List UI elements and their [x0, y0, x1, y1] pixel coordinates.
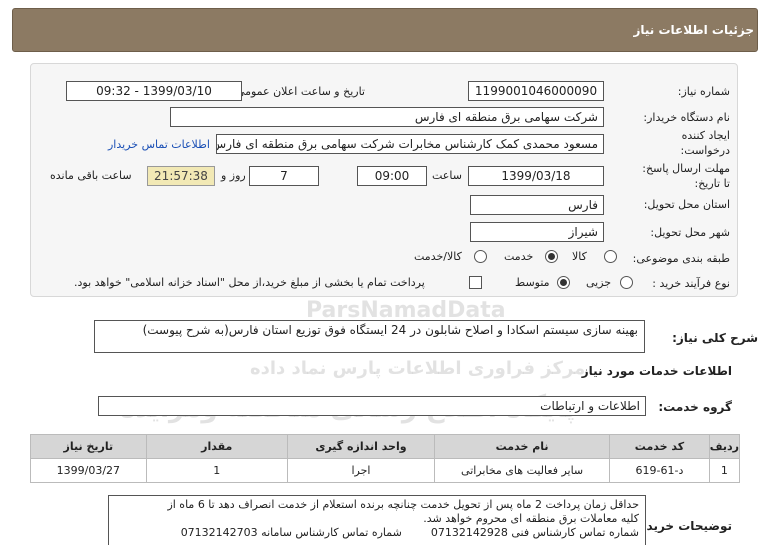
buyer-notes-line-1: حداقل زمان پرداخت 2 ماه پس از تحویل خدمت… — [167, 498, 639, 511]
deadline-date-field: 1399/03/18 — [468, 166, 604, 186]
buyer-contact-link[interactable]: اطلاعات تماس خریدار — [108, 138, 210, 151]
deadline-time-field: 09:00 — [357, 166, 427, 186]
deadline-label-1: مهلت ارسال پاسخ: — [642, 162, 730, 175]
col-header-qty: مقدار — [145, 434, 288, 459]
services-table: ردیف کد خدمت نام خدمت واحد اندازه گیری م… — [30, 434, 741, 483]
buyer-notes-line-2: کلیه معاملات برق منطقه ای محروم خواهد شد… — [423, 512, 639, 525]
watermark-line-1: مرکز فراوری اطلاعات پارس نماد داده — [250, 358, 586, 379]
service-group-label: گروه خدمت: — [658, 400, 732, 414]
buyer-org-field: شرکت سهامی برق منطقه ای فارس — [170, 107, 604, 127]
remaining-days-field: 7 — [249, 166, 319, 186]
province-label: استان محل تحویل: — [643, 198, 730, 211]
description-label: شرح کلی نیاز: — [672, 331, 758, 345]
requester-field: مسعود محمدی کمک کارشناس مخابرات شرکت سها… — [216, 134, 604, 154]
category-radio-goods-service[interactable] — [474, 250, 487, 263]
deadline-time-label: ساعت — [432, 169, 462, 182]
announce-datetime-field: 1399/03/10 - 09:32 — [66, 81, 242, 101]
category-radio-goods[interactable] — [604, 250, 617, 263]
col-header-code: کد خدمت — [609, 434, 710, 459]
treasury-payment-checkbox[interactable] — [469, 276, 482, 289]
city-label: شهر محل تحویل: — [650, 226, 730, 239]
category-option-goods-service: کالا/خدمت — [414, 250, 462, 263]
cell-qty: 1 — [145, 458, 288, 483]
category-option-goods: کالا — [572, 250, 587, 263]
buyer-notes-line-3: شماره تماس کارشناس فنی 07132142928 شماره… — [115, 526, 639, 540]
treasury-payment-note: پرداخت تمام یا بخشی از مبلغ خرید،از محل … — [74, 276, 425, 289]
col-header-name: نام خدمت — [434, 434, 611, 459]
remaining-time-counter: 21:57:38 — [147, 166, 215, 186]
requester-label-2: درخواست: — [680, 144, 730, 157]
page-title: جزئیات اطلاعات نیاز — [633, 23, 754, 37]
system-expert-phone: شماره تماس کارشناس سامانه 07132142703 — [180, 526, 402, 539]
remaining-time-label: ساعت باقی مانده — [50, 169, 132, 182]
cell-unit: اجرا — [286, 458, 436, 483]
col-header-date: تاریخ نیاز — [30, 434, 147, 459]
process-option-medium: متوسط — [515, 276, 550, 289]
description-field: بهینه سازی سیستم اسکادا و اصلاح شابلون د… — [94, 320, 645, 353]
days-label: روز و — [221, 169, 246, 182]
buyer-org-label: نام دستگاه خریدار: — [643, 111, 730, 124]
cell-code: د-61-619 — [609, 458, 710, 483]
process-type-label: نوع فرآیند خرید : — [652, 277, 730, 290]
deadline-label-2: تا تاریخ: — [694, 177, 730, 190]
category-label: طبقه بندی موضوعی: — [632, 252, 730, 265]
process-radio-medium[interactable] — [557, 276, 570, 289]
category-option-service: خدمت — [504, 250, 534, 263]
province-field: فارس — [470, 195, 604, 215]
process-option-minor: جزیی — [586, 276, 612, 289]
process-radio-minor[interactable] — [620, 276, 633, 289]
cell-name: سایر فعالیت های مخابراتی — [434, 458, 611, 483]
need-number-field: 1199001046000090 — [468, 81, 604, 101]
announce-datetime-label: تاریخ و ساعت اعلان عمومی: — [232, 85, 365, 98]
city-field: شیراز — [470, 222, 604, 242]
table-row: 1 د-61-619 سایر فعالیت های مخابراتی اجرا… — [30, 458, 741, 483]
buyer-notes-box: حداقل زمان پرداخت 2 ماه پس از تحویل خدمت… — [108, 495, 646, 545]
col-header-unit: واحد اندازه گیری — [286, 434, 436, 459]
requester-label-1: ایجاد کننده — [681, 129, 730, 142]
need-number-label: شماره نیاز: — [677, 85, 730, 98]
service-group-field: اطلاعات و ارتباطات — [98, 396, 646, 416]
cell-date: 1399/03/27 — [30, 458, 147, 483]
col-header-row: ردیف — [708, 434, 741, 459]
cell-row: 1 — [708, 458, 741, 483]
services-section-title: اطلاعات خدمات مورد نیاز — [581, 364, 732, 378]
category-radio-service[interactable] — [545, 250, 558, 263]
tech-expert-phone: شماره تماس کارشناس فنی 07132142928 — [430, 526, 639, 539]
